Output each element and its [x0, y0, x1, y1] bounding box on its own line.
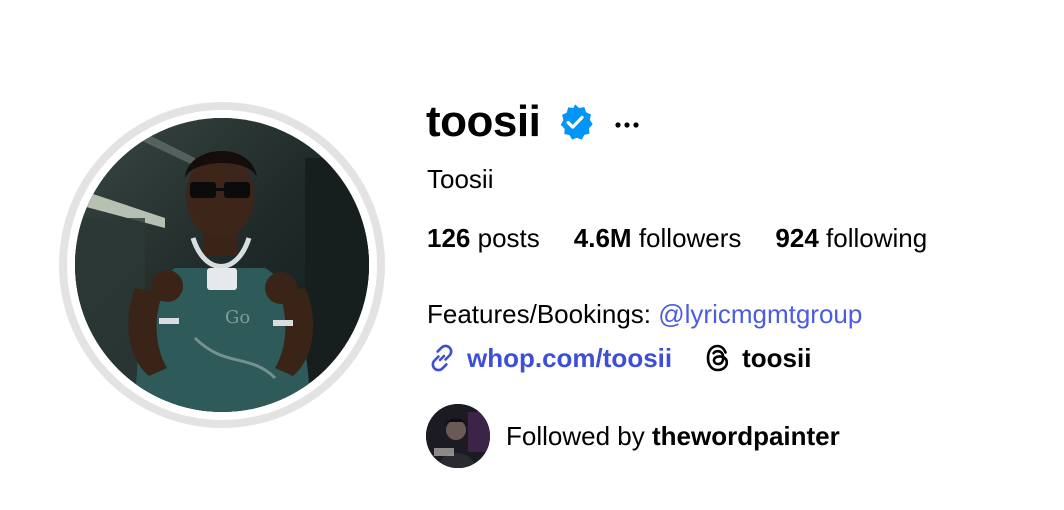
bio-text: Features/Bookings: [427, 299, 659, 329]
threads-icon [704, 343, 732, 373]
posts-count: 126 [427, 223, 471, 253]
followed-by-row[interactable]: Followed by thewordpainter [426, 404, 840, 468]
avatar-photo: Go [75, 118, 369, 412]
website-link-text: whop.com/toosii [467, 343, 673, 373]
threads-link[interactable]: toosii [704, 342, 811, 374]
followers-label: followers [638, 223, 742, 253]
followed-by-text: Followed by thewordpainter [506, 420, 840, 452]
avatar-photo-illustration: Go [75, 118, 369, 412]
svg-text:Go: Go [225, 307, 250, 328]
display-name: Toosii [427, 164, 494, 194]
links-row: whop.com/toosii toosii [427, 342, 811, 374]
profile-stats: 126 posts 4.6M followers 924 following [427, 222, 961, 254]
ellipsis-icon[interactable] [614, 117, 640, 128]
followed-by-user[interactable]: thewordpainter [652, 421, 840, 451]
username-row: toosii [426, 96, 640, 148]
avatar-border: Go [67, 110, 377, 420]
website-link[interactable]: whop.com/toosii [427, 342, 672, 374]
bio: Features/Bookings: @lyricmgmtgroup [427, 298, 862, 330]
following-label: following [826, 223, 928, 253]
verified-badge-icon [556, 103, 594, 141]
following-count: 924 [775, 223, 819, 253]
threads-handle: toosii [742, 343, 812, 373]
link-icon [427, 343, 457, 373]
following-stat[interactable]: 924 following [775, 222, 927, 254]
followers-stat[interactable]: 4.6M followers [574, 222, 742, 254]
followers-count: 4.6M [573, 223, 632, 253]
follower-avatar[interactable] [426, 404, 490, 468]
posts-label: posts [477, 223, 540, 253]
followed-by-prefix: Followed by [506, 421, 652, 451]
profile-avatar[interactable]: Go [59, 102, 385, 428]
posts-stat[interactable]: 126 posts [427, 222, 540, 254]
bio-mention-link[interactable]: @lyricmgmtgroup [658, 299, 862, 329]
username[interactable]: toosii [426, 96, 541, 148]
